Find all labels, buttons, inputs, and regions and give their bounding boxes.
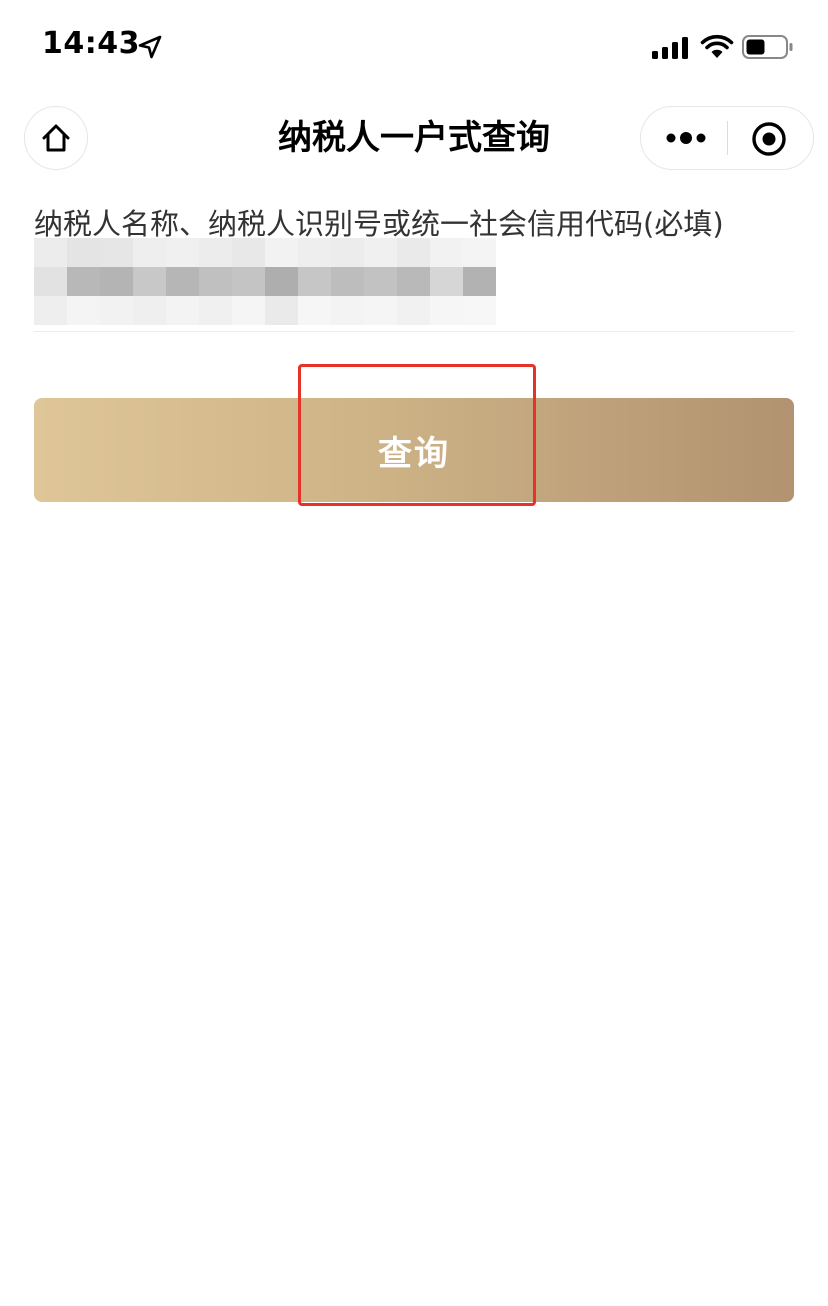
target-icon[interactable] xyxy=(751,121,787,157)
status-bar: 14:43 xyxy=(0,0,828,96)
page: 14:43 纳税人一户式查询 纳税人名称、纳税人识别号或统一社会信用代码(必填)… xyxy=(0,0,828,1306)
wifi-icon xyxy=(700,34,734,58)
page-title: 纳税人一户式查询 xyxy=(278,118,550,158)
input-underline xyxy=(34,331,794,332)
taxpayer-id-input[interactable] xyxy=(34,238,794,330)
mini-program-capsule xyxy=(640,106,814,170)
status-time: 14:43 xyxy=(42,26,140,61)
home-button[interactable] xyxy=(24,106,88,170)
home-icon xyxy=(42,124,70,152)
battery-icon xyxy=(742,35,793,59)
location-arrow-icon xyxy=(138,35,162,59)
more-icon[interactable] xyxy=(665,125,707,151)
query-button[interactable]: 查询 xyxy=(34,398,794,502)
capsule-divider xyxy=(727,121,728,155)
signal-icon xyxy=(652,37,688,59)
